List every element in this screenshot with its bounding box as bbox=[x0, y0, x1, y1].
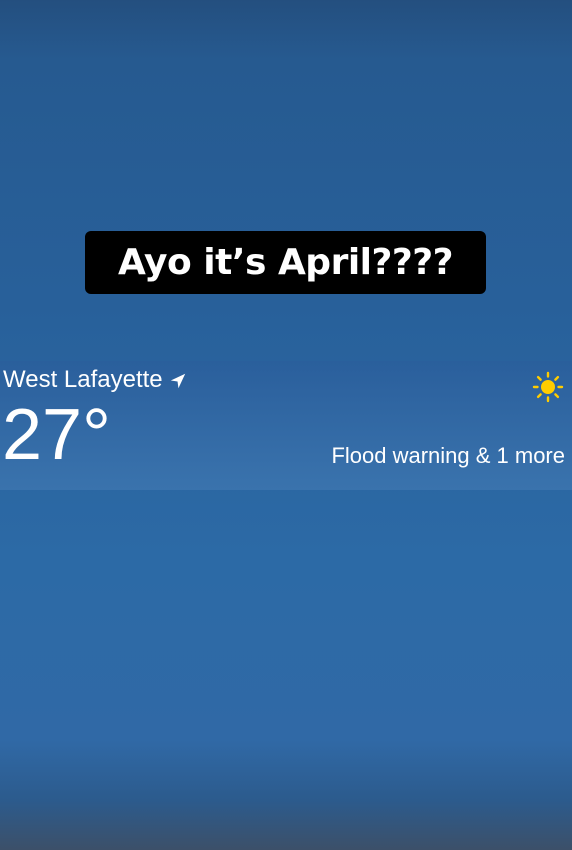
temperature: 27° bbox=[2, 395, 111, 475]
location-arrow-icon bbox=[170, 373, 185, 388]
weather-widget[interactable]: West Lafayette 27° Flood warning & 1 mor… bbox=[0, 361, 572, 490]
location-row: West Lafayette bbox=[3, 365, 187, 395]
weather-alert: Flood warning & 1 more bbox=[331, 443, 565, 468]
sun-icon bbox=[532, 371, 564, 403]
caption-text: Ayo it’s April???? bbox=[117, 242, 454, 283]
story-caption: Ayo it’s April???? bbox=[85, 231, 486, 294]
location-name: West Lafayette bbox=[3, 366, 163, 393]
